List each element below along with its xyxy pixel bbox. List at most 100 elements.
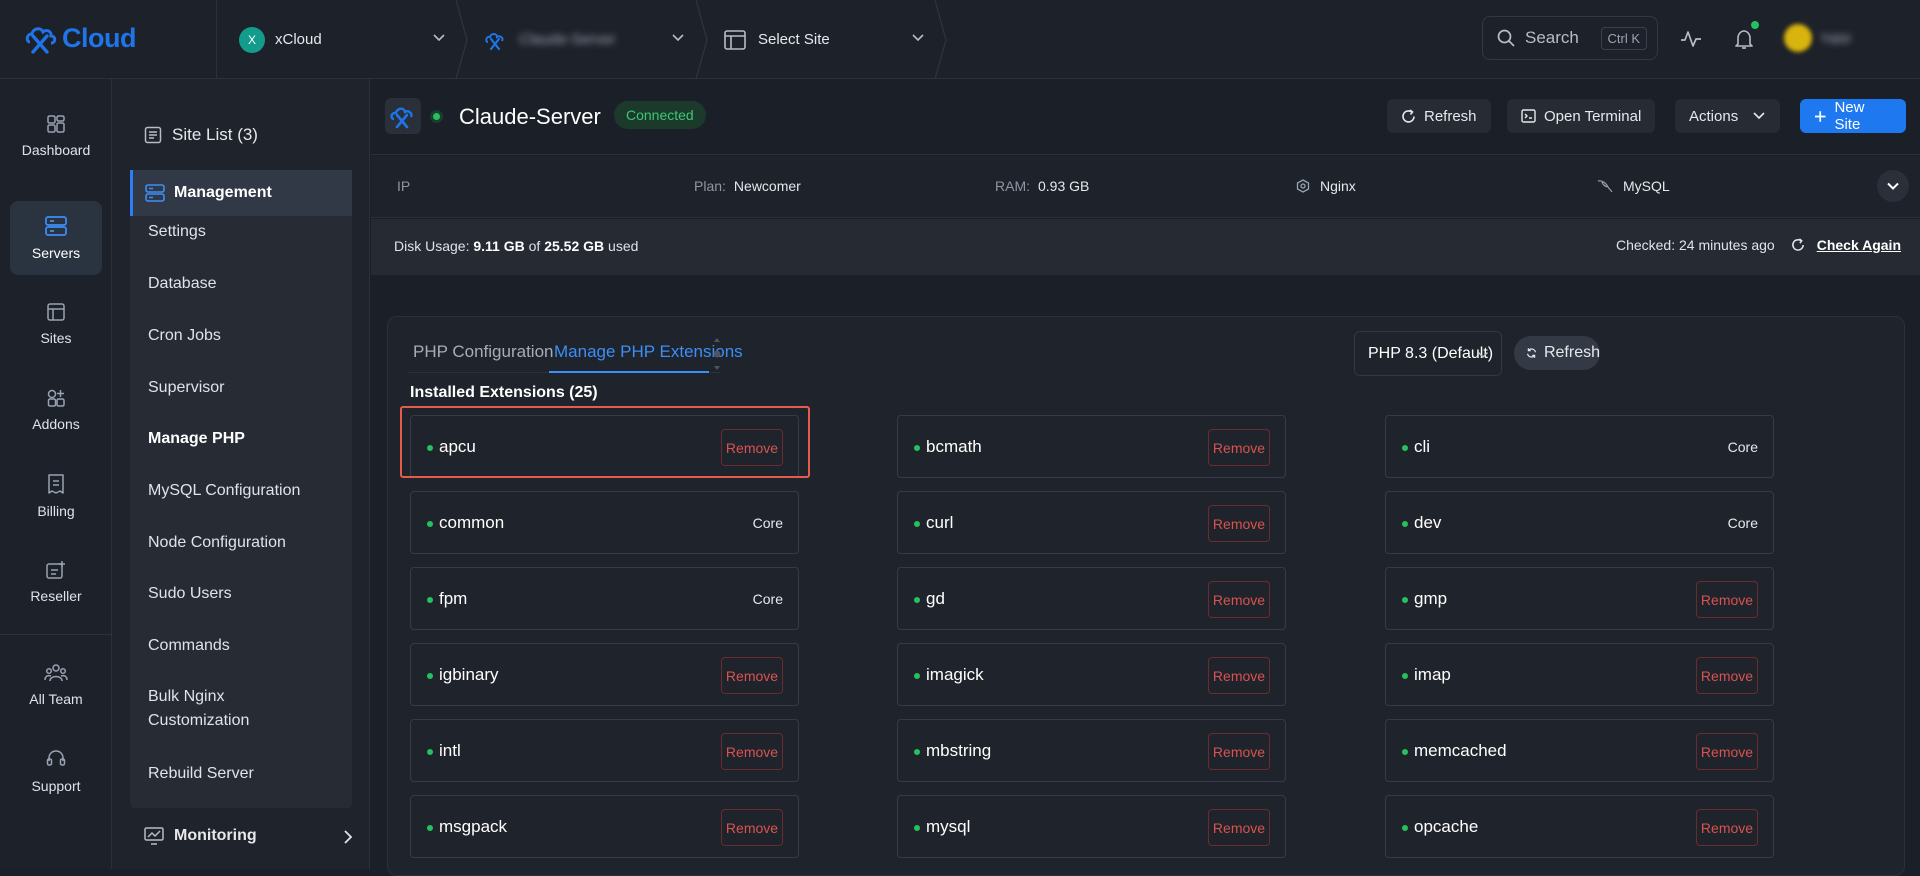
nav-billing[interactable]: Billing (10, 459, 102, 533)
browser-window-icon (724, 29, 746, 50)
server-selector[interactable]: Claude-Server (485, 0, 616, 79)
refresh-label: Refresh (1424, 107, 1477, 125)
xcloud-logo-icon (25, 27, 57, 54)
submenu-item-bulk-nginx[interactable]: Bulk Nginx Customization (148, 685, 298, 733)
remove-extension-button[interactable]: Remove (1208, 429, 1270, 466)
monitoring-link[interactable]: Monitoring (144, 827, 354, 845)
breadcrumb-separator (695, 0, 708, 79)
remove-extension-button[interactable]: Remove (721, 733, 783, 770)
open-terminal-button[interactable]: Open Terminal (1507, 99, 1656, 133)
installed-extensions-title: Installed Extensions (25) (410, 384, 598, 401)
php-version-select[interactable]: PHP 8.3 (Default) (1354, 331, 1502, 376)
core-extension-badge: Core (1727, 439, 1758, 455)
check-again-link[interactable]: Check Again (1817, 237, 1901, 253)
submenu-item-commands[interactable]: Commands (148, 634, 288, 658)
reseller-icon (46, 561, 65, 579)
remove-extension-button[interactable]: Remove (1208, 809, 1270, 846)
server-crumb-name: Claude-Server (519, 31, 616, 48)
tab-scroll-icon[interactable] (711, 335, 723, 373)
submenu-item-node-configuration[interactable]: Node Configuration (148, 531, 348, 555)
submenu-item-mysql-configuration[interactable]: MySQL Configuration (148, 479, 348, 503)
new-site-button[interactable]: New Site (1800, 99, 1906, 133)
user-avatar[interactable] (1784, 24, 1812, 52)
submenu-item-manage-php[interactable]: Manage PHP (148, 427, 348, 451)
extension-status-dot (1402, 749, 1408, 755)
remove-extension-button[interactable]: Remove (1696, 809, 1758, 846)
submenu-item-rebuild-server[interactable]: Rebuild Server (148, 762, 348, 786)
search-button[interactable]: Search Ctrl K (1482, 16, 1658, 60)
nav-sites[interactable]: Sites (10, 287, 102, 361)
nav-addons[interactable]: Addons (10, 373, 102, 447)
extension-card-bcmath: bcmath Remove (897, 415, 1286, 478)
ram-value: 0.93 GB (1038, 178, 1090, 194)
remove-extension-button[interactable]: Remove (1208, 581, 1270, 618)
xcloud-logo[interactable]: Cloud (24, 20, 136, 56)
chevron-down-icon[interactable] (671, 31, 685, 45)
ram-label: RAM: (995, 178, 1030, 194)
site-list-link[interactable]: Site List (3) (144, 125, 258, 145)
nav-reseller[interactable]: Reseller (10, 545, 102, 619)
activity-icon[interactable] (1680, 28, 1702, 50)
disk-used-value: 9.11 GB (473, 238, 525, 254)
expand-info-button[interactable] (1877, 170, 1909, 202)
plan-value: Newcomer (733, 178, 801, 194)
php-panel: PHP Configuration Manage PHP Extensions … (387, 316, 1905, 876)
management-label: Management (174, 184, 272, 201)
nav-dashboard[interactable]: Dashboard (10, 99, 102, 173)
submenu-item-sudo-users[interactable]: Sudo Users (148, 582, 348, 606)
remove-extension-button[interactable]: Remove (1208, 733, 1270, 770)
nav-all-team[interactable]: All Team (10, 648, 102, 722)
submenu-item-database[interactable]: Database (148, 272, 348, 296)
support-icon (46, 750, 66, 766)
remove-extension-button[interactable]: Remove (1208, 505, 1270, 542)
extension-name: cli (1414, 437, 1431, 456)
nav-label: Billing (37, 503, 75, 519)
nav-servers[interactable]: Servers (10, 201, 102, 275)
primary-nav: Dashboard Servers Sites Addons Billing R… (0, 79, 112, 869)
search-icon (1497, 29, 1515, 47)
remove-extension-button[interactable]: Remove (1696, 657, 1758, 694)
remove-extension-button[interactable]: Remove (721, 809, 783, 846)
extension-name: apcu (439, 437, 476, 456)
remove-extension-button[interactable]: Remove (1696, 733, 1758, 770)
management-header[interactable]: Management (130, 170, 352, 216)
user-name[interactable]: Yabir (1820, 30, 1852, 46)
remove-extension-button[interactable]: Remove (721, 429, 783, 466)
chevron-down-icon[interactable] (911, 31, 925, 45)
actions-label: Actions (1689, 107, 1739, 125)
extension-status-dot (914, 521, 920, 527)
disk-usage: Disk Usage: 9.11 GB of 25.52 GB used (394, 238, 638, 254)
refresh-extensions-button[interactable]: Refresh (1514, 336, 1600, 370)
extension-status-dot (427, 749, 433, 755)
extension-status-dot (914, 749, 920, 755)
extension-name: bcmath (926, 437, 982, 456)
nav-label: Reseller (30, 588, 82, 604)
chevron-down-icon[interactable] (432, 31, 446, 45)
submenu-item-cron-jobs[interactable]: Cron Jobs (148, 324, 348, 348)
site-list-label: Site List (3) (172, 125, 258, 144)
active-tab-indicator (549, 371, 709, 373)
submenu-item-settings[interactable]: Settings (148, 220, 348, 244)
remove-extension-button[interactable]: Remove (1696, 581, 1758, 618)
bell-icon[interactable] (1733, 28, 1755, 50)
plus-icon (1814, 110, 1826, 122)
disk-usage-label: Disk Usage: (394, 238, 470, 254)
extension-status-dot (1402, 673, 1408, 679)
refresh-server-button[interactable]: Refresh (1387, 99, 1491, 133)
actions-dropdown[interactable]: Actions (1675, 99, 1781, 133)
extension-status-dot (914, 673, 920, 679)
submenu-item-supervisor[interactable]: Supervisor (148, 376, 348, 400)
extension-card-mbstring: mbstring Remove (897, 719, 1286, 782)
remove-extension-button[interactable]: Remove (1208, 657, 1270, 694)
disk-usage-row: Disk Usage: 9.11 GB of 25.52 GB used Che… (371, 219, 1920, 275)
tab-php-configuration[interactable]: PHP Configuration (413, 342, 554, 362)
remove-extension-button[interactable]: Remove (721, 657, 783, 694)
disk-suffix-label: used (608, 238, 639, 254)
extension-name: gmp (1414, 589, 1448, 608)
database-server-info: MySQL (1597, 178, 1670, 194)
team-selector[interactable]: X xCloud (239, 0, 322, 79)
breadcrumb-separator (455, 0, 468, 79)
site-selector[interactable]: Select Site (724, 0, 830, 79)
notification-dot (1751, 21, 1759, 29)
nav-support[interactable]: Support (10, 734, 102, 808)
